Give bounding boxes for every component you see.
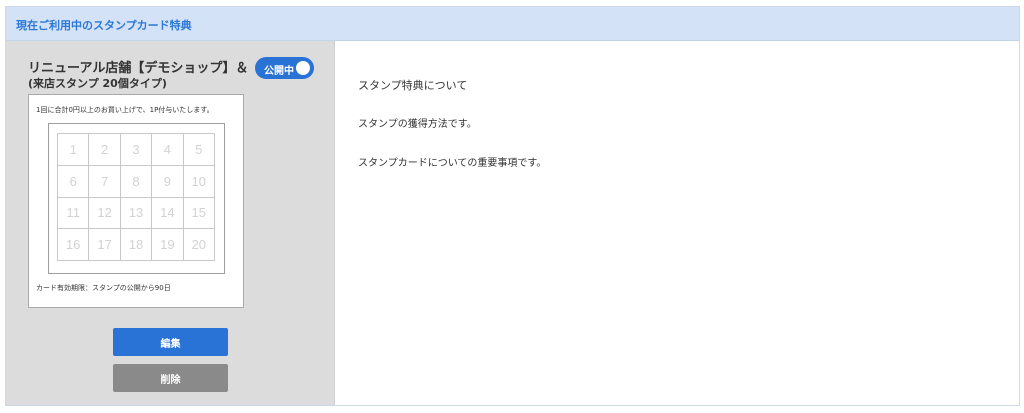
stamp-cell: 15: [183, 197, 215, 230]
stamp-cell: 19: [152, 229, 184, 261]
stamp-cell: 12: [89, 197, 121, 230]
card-expiry-note: カード有効期限：スタンプの公開から90日: [36, 284, 171, 292]
publish-status-toggle[interactable]: 公開中: [255, 57, 314, 79]
earning-method-text: スタンプの獲得方法です。: [358, 119, 477, 130]
card-title: リニューアル店舗【デモショップ】＆ ＆: [28, 61, 275, 76]
stamp-benefit-panel: 現在ご利用中のスタンプカード特典 リニューアル店舗【デモショップ】＆ ＆ (来店…: [5, 6, 1020, 406]
stamp-cell: 6: [58, 165, 90, 198]
benefit-info-column: スタンプ特典について スタンプの獲得方法です。 スタンプカードについての重要事項…: [334, 41, 1019, 405]
stamp-cell: 1: [58, 134, 90, 166]
stamp-cell: 9: [152, 165, 184, 198]
benefit-info-heading: スタンプ特典について: [358, 79, 468, 92]
stamp-card-preview: 1回に合計0円以上のお買い上げで、1P付与いたします。 1 2 3 4 5 6 …: [28, 94, 244, 308]
stamp-cell: 8: [120, 165, 153, 198]
stamp-cell: 20: [183, 229, 215, 261]
stamp-cell: 18: [120, 229, 153, 261]
card-earning-note: 1回に合計0円以上のお買い上げで、1P付与いたします。: [36, 106, 214, 114]
stamp-cell: 16: [58, 229, 90, 261]
stamp-cell: 13: [120, 197, 153, 230]
stamp-cell: 11: [58, 197, 90, 230]
stamp-grid-frame: 1 2 3 4 5 6 7 8 9 10 11 12 13 14 15 16 1: [48, 123, 225, 274]
stamp-card-column: リニューアル店舗【デモショップ】＆ ＆ (来店スタンプ 20個タイプ) 公開中 …: [6, 41, 334, 405]
delete-button[interactable]: 削除: [113, 364, 228, 392]
edit-button[interactable]: 編集: [113, 328, 228, 356]
toggle-knob: [296, 61, 310, 75]
panel-header: 現在ご利用中のスタンプカード特典: [6, 7, 1019, 41]
panel-title: 現在ご利用中のスタンプカード特典: [16, 19, 192, 32]
stamp-cell: 14: [152, 197, 184, 230]
stamp-cell: 17: [89, 229, 121, 261]
stamp-cell: 3: [120, 134, 153, 166]
important-notes-text: スタンプカードについての重要事項です。: [358, 158, 547, 169]
publish-status-label: 公開中: [264, 66, 294, 77]
stamp-cell: 10: [183, 165, 215, 198]
stamp-grid: 1 2 3 4 5 6 7 8 9 10 11 12 13 14 15 16 1: [57, 133, 215, 261]
stamp-cell: 5: [183, 134, 215, 166]
card-subtitle: (来店スタンプ 20個タイプ): [28, 77, 167, 90]
stamp-cell: 4: [152, 134, 184, 166]
stamp-cell: 7: [89, 165, 121, 198]
stamp-cell: 2: [89, 134, 121, 166]
